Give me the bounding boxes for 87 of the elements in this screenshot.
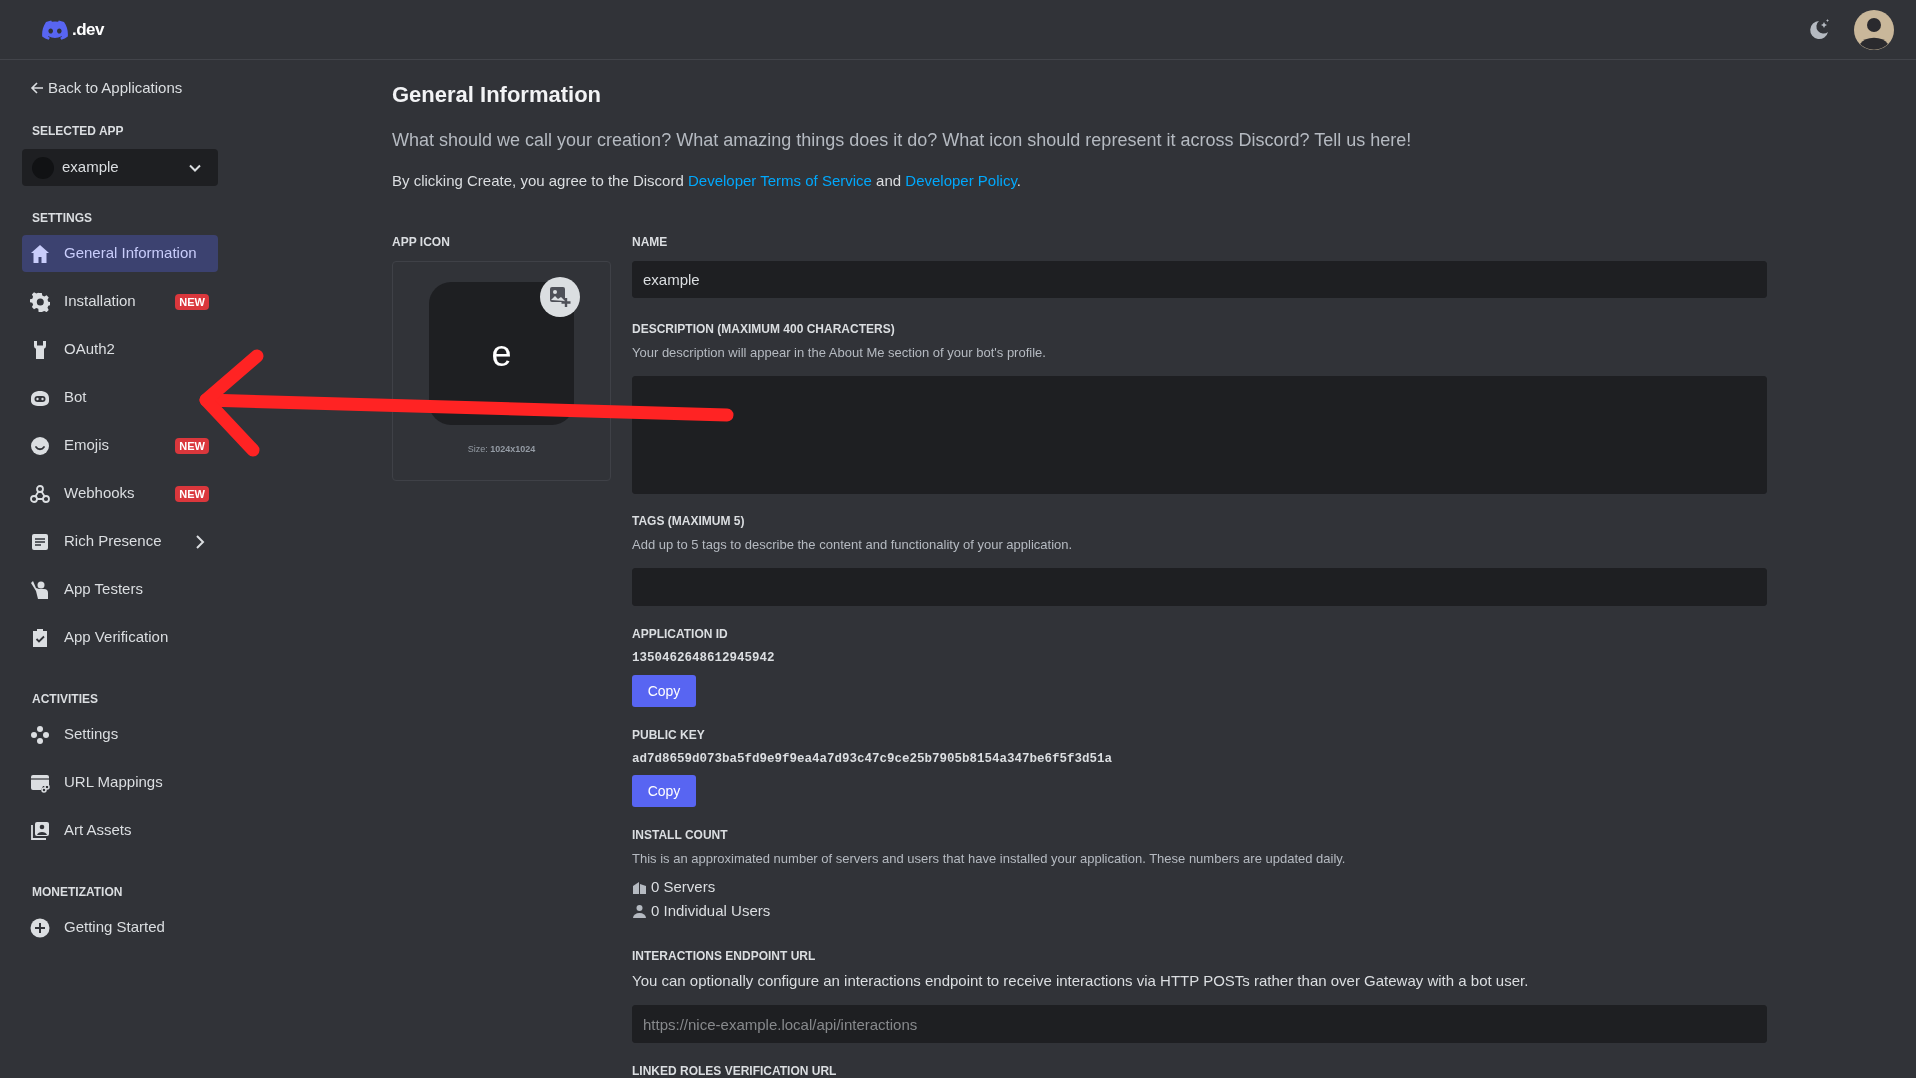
terms-text: By clicking Create, you agree to the Discord Developer Terms of Service and Developer Policy. (392, 171, 1022, 191)
new-tag: NEW (175, 437, 209, 454)
text-link[interactable]: Developer Policy (905, 172, 1017, 189)
field-label: TAGS (MAXIMUM 5) (632, 513, 746, 530)
nav-item[interactable]: Installation NEW (22, 283, 218, 320)
nav-item[interactable]: OAuth2 (22, 331, 218, 368)
intro-text: What should we call your creation? What amazing things does it do? What icon should represent it across Discord? Tell us here! (392, 129, 1413, 152)
webhook-icon (30, 483, 50, 504)
icon-uploader[interactable]: e Size: 1024x1024 (392, 261, 611, 481)
nav-item[interactable]: Settings (22, 716, 218, 753)
nav-label: Getting Started (64, 917, 165, 938)
nav-label: Bot (64, 387, 87, 408)
gear-icon (30, 291, 50, 312)
nav-item[interactable]: Rich Presence (22, 523, 218, 560)
document-icon (30, 531, 50, 552)
upload-image-button[interactable] (540, 277, 580, 317)
nav-label: Settings (64, 724, 119, 745)
help-text: You can optionally configure an interactions endpoint to receive interactions via HTTP POSTs rather than over Gateway with a bot user. (632, 971, 1530, 991)
nav-label: Art Assets (64, 820, 132, 841)
field-label: INTERACTIONS ENDPOINT URL (632, 948, 817, 965)
name-field[interactable]: example (632, 261, 1767, 298)
user-icon (632, 903, 647, 919)
nav-item[interactable]: URL Mappings (22, 764, 218, 801)
description-field[interactable] (632, 376, 1767, 494)
size-text: Size: 1024x1024 (466, 443, 537, 456)
page-title: General Information (392, 81, 603, 109)
person-icon (30, 579, 50, 600)
clipboard-check-icon (30, 627, 50, 648)
field-label: INSTALL COUNT (632, 827, 729, 844)
new-tag: NEW (175, 293, 209, 310)
section-heading: SETTINGS (31, 210, 93, 227)
image-plus-icon (549, 286, 571, 308)
help-text: Your description will appear in the About Me section of your bot's profile. (632, 344, 1047, 362)
home-icon (30, 243, 50, 264)
nav-label: App Testers (64, 579, 143, 600)
icon-letter: e (491, 331, 512, 376)
section-heading: SELECTED APP (31, 123, 125, 140)
nav-item[interactable]: Webhooks NEW (22, 475, 218, 512)
section-heading: MONETIZATION (31, 884, 124, 901)
nav-label: Rich Presence (64, 531, 162, 552)
browser-link-icon (30, 772, 50, 793)
nav-label: Emojis (64, 435, 109, 456)
dots-icon (30, 724, 50, 745)
field-label: NAME (632, 234, 669, 251)
app-selector[interactable]: example (22, 149, 218, 186)
theme-toggle-icon[interactable] (1808, 18, 1830, 41)
count-text: 0 Servers (651, 877, 716, 897)
nav-label: Webhooks (64, 483, 135, 504)
chevron-right-icon (195, 534, 205, 549)
section-heading: ACTIVITIES (31, 691, 99, 708)
help-text: This is an approximated number of servers and users that have installed your application. These numbers are updated daily. (632, 850, 1347, 868)
nav-item[interactable]: Getting Started (22, 909, 218, 946)
endpoint-url-field[interactable]: https://nice-example.local/api/interactions (632, 1005, 1767, 1043)
nav-item[interactable]: App Testers (22, 571, 218, 608)
nav-item[interactable]: Bot (22, 379, 218, 416)
image-icon (30, 820, 50, 841)
app-name: example (62, 157, 119, 178)
nav-label: OAuth2 (64, 339, 115, 360)
back-link[interactable]: Back to Applications (22, 76, 183, 100)
copy-button[interactable]: Copy (632, 675, 696, 707)
arrow-left-icon (30, 81, 44, 95)
plus-circle-icon (30, 917, 50, 938)
nav-label: Installation (64, 291, 136, 312)
field-label: PUBLIC KEY (632, 727, 706, 744)
avatar[interactable] (1854, 9, 1894, 50)
id-value: ad7d8659d073ba5fd9e9f9ea4a7d93c47c9ce25b7905b8154a347be6f5f3d51a (632, 751, 1114, 768)
building-icon (632, 879, 647, 895)
nav-item[interactable]: Emojis NEW (22, 427, 218, 464)
field-label: DESCRIPTION (MAXIMUM 400 CHARACTERS) (632, 321, 896, 338)
nav-item[interactable]: App Verification (22, 619, 218, 656)
copy-button[interactable]: Copy (632, 775, 696, 807)
id-value: 1350462648612945942 (632, 650, 776, 667)
logo-icon (42, 19, 68, 40)
help-text: Add up to 5 tags to describe the content and functionality of your application. (632, 536, 1074, 554)
text-link[interactable]: Developer Terms of Service (688, 172, 872, 189)
smile-icon (30, 435, 50, 456)
nav-label: URL Mappings (64, 772, 163, 793)
nav-item[interactable]: Art Assets (22, 812, 218, 849)
logo-text: .dev (72, 18, 105, 41)
nav-item[interactable]: General Information (22, 235, 218, 272)
count-text: 0 Individual Users (651, 901, 771, 921)
nav-label: General Information (64, 243, 197, 264)
field-label: APPLICATION ID (632, 626, 729, 643)
new-tag: NEW (175, 485, 209, 502)
field-label: APP ICON (392, 234, 451, 251)
field-label: LINKED ROLES VERIFICATION URL (632, 1063, 838, 1078)
nav-label: App Verification (64, 627, 169, 648)
